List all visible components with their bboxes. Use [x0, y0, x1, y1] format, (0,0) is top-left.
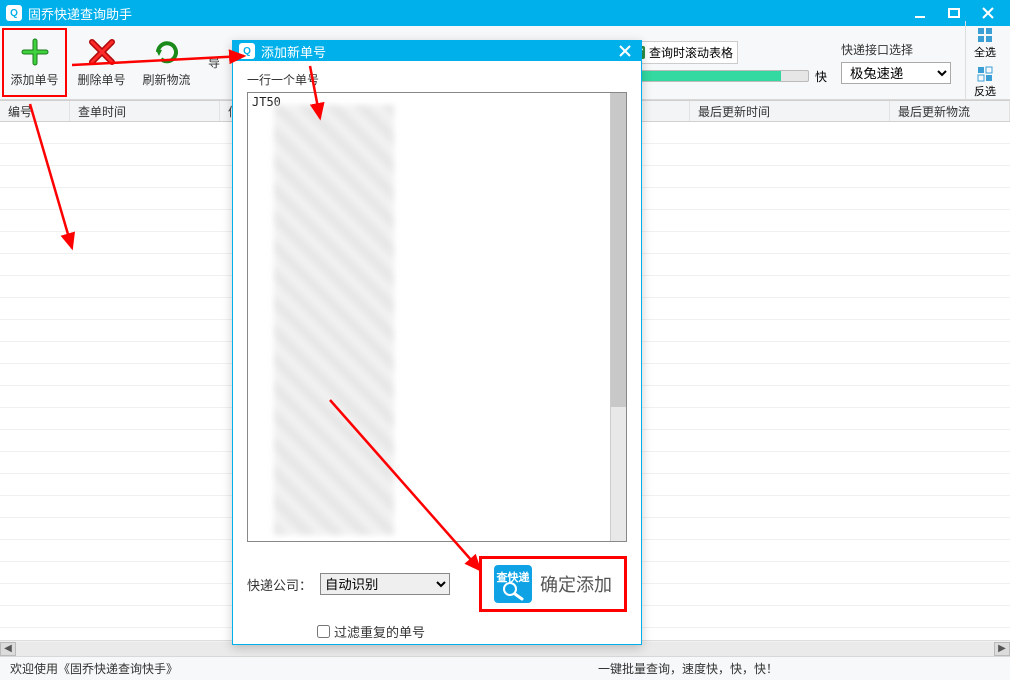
select-all-button[interactable]: 全选 [970, 25, 1000, 62]
dialog-body: 一行一个单号 JT50 快递公司： 自动识别 查快递 [233, 61, 641, 653]
scroll-check-label: 查询时滚动表格 [649, 44, 733, 61]
dialog-app-icon: Q [239, 43, 255, 59]
speed-fast-label: 快 [815, 68, 827, 85]
add-tracking-button[interactable]: 添加单号 [2, 28, 67, 97]
company-select[interactable]: 自动识别 [320, 573, 450, 595]
refresh-label: 刷新物流 [142, 71, 190, 88]
col-index[interactable]: 编号 [0, 101, 70, 121]
svg-text:查快递: 查快递 [497, 570, 530, 584]
grid-icon [977, 27, 993, 43]
scroll-right-arrow[interactable]: ▶ [994, 642, 1010, 656]
confirm-add-label: 确定添加 [540, 571, 612, 597]
filter-duplicates-input[interactable] [317, 625, 330, 638]
filter-duplicates-label: 过滤重复的单号 [334, 622, 425, 641]
export-label: 导 [208, 54, 220, 71]
scroll-left-arrow[interactable]: ◀ [0, 642, 16, 656]
selection-buttons: 全选 反选 [965, 21, 1004, 105]
app-icon: Q [6, 5, 22, 21]
col-last-logistics[interactable]: 最后更新物流 [890, 101, 1010, 121]
status-slogan: 一键批量查询，速度快，快，快！ [598, 660, 778, 677]
redacted-tracking-numbers [274, 105, 394, 535]
confirm-add-button[interactable]: 查快递 确定添加 [479, 556, 627, 612]
invert-icon [977, 66, 993, 82]
speed-slider[interactable] [627, 70, 809, 82]
company-row: 快递公司： 自动识别 查快递 确定添加 [247, 556, 627, 612]
app-title: 固乔快递查询助手 [28, 4, 910, 23]
maximize-button[interactable] [944, 3, 964, 23]
dialog-footer: 快递公司： 自动识别 查快递 确定添加 [247, 556, 627, 641]
x-icon [87, 37, 117, 67]
company-label: 快递公司： [247, 575, 312, 594]
plus-icon [20, 37, 50, 67]
delete-tracking-button[interactable]: 删除单号 [69, 26, 134, 99]
status-welcome: 欢迎使用《固乔快递查询快手》 [10, 660, 178, 677]
col-query-time[interactable]: 查单时间 [70, 101, 220, 121]
dialog-title: 添加新单号 [261, 42, 615, 61]
col-last-update[interactable]: 最后更新时间 [690, 101, 890, 121]
filter-duplicates-checkbox[interactable]: 过滤重复的单号 [317, 622, 425, 641]
interface-select[interactable]: 极兔速递 [841, 62, 951, 84]
textarea-scrollbar[interactable] [610, 93, 626, 541]
dialog-titlebar: Q 添加新单号 [233, 41, 641, 61]
dialog-hint: 一行一个单号 [247, 71, 627, 88]
speed-group: 查询时滚动表格 快 [627, 41, 827, 85]
select-all-label: 全选 [974, 44, 996, 60]
add-tracking-dialog: Q 添加新单号 一行一个单号 JT50 快递公司： 自动识别 [232, 40, 642, 645]
dialog-close-button[interactable] [615, 41, 635, 61]
refresh-icon [152, 37, 182, 67]
invert-selection-label: 反选 [974, 83, 996, 99]
main-window-titlebar: Q 固乔快递查询助手 [0, 0, 1010, 26]
status-bar: 欢迎使用《固乔快递查询快手》 一键批量查询，速度快，快，快！ [0, 656, 1010, 680]
add-tracking-label: 添加单号 [10, 71, 58, 88]
export-button[interactable]: 导 [199, 26, 229, 99]
minimize-button[interactable] [910, 3, 930, 23]
dialog-options-row: 过滤重复的单号 [247, 622, 627, 641]
lookup-icon: 查快递 [494, 565, 532, 603]
interface-label: 快递接口选择 [841, 41, 951, 58]
invert-selection-button[interactable]: 反选 [970, 64, 1000, 101]
refresh-button[interactable]: 刷新物流 [134, 26, 199, 99]
interface-group: 快递接口选择 极兔速递 [841, 41, 951, 84]
tracking-numbers-input-wrap: JT50 [247, 92, 627, 542]
scroll-table-checkbox[interactable]: 查询时滚动表格 [627, 41, 738, 64]
delete-tracking-label: 删除单号 [77, 71, 125, 88]
